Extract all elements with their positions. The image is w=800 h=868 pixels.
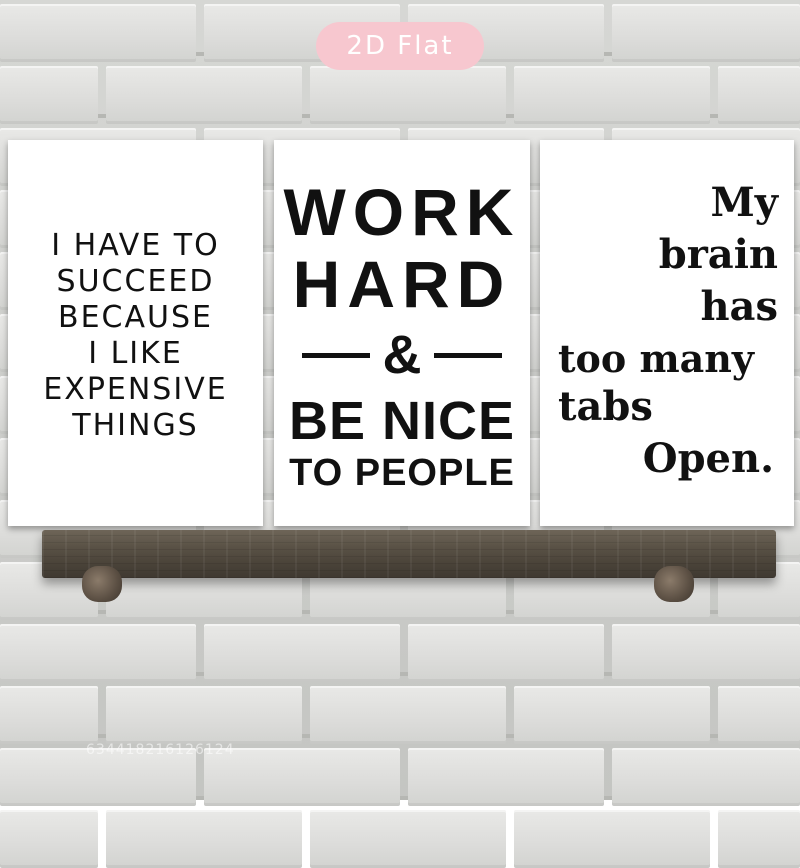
brick (0, 4, 196, 62)
brick (310, 686, 506, 744)
poster-left-line: SUCCEED (56, 264, 215, 299)
poster-right-line: My (710, 179, 778, 226)
poster-left-line: I HAVE TO (51, 228, 220, 263)
poster-left: I HAVE TO SUCCEED BECAUSE I LIKE EXPENSI… (8, 140, 263, 526)
brick (612, 624, 800, 682)
brick (106, 66, 302, 124)
poster-center-hard: HARD (292, 247, 512, 321)
brick (310, 810, 506, 868)
brick-row (0, 66, 800, 124)
brick-row (0, 686, 800, 744)
poster-right-line: has (700, 283, 778, 330)
watermark-text: 634418216126124 (86, 742, 235, 758)
poster-center-ampersand: & (382, 325, 422, 385)
brick (718, 810, 800, 868)
divider-line-left (302, 352, 370, 358)
brick (106, 686, 302, 744)
brick (0, 810, 98, 868)
poster-center-be-nice: BE NICE (288, 391, 516, 451)
poster-right-line: tabs (558, 383, 653, 430)
brick (310, 66, 506, 124)
brick (408, 748, 604, 806)
style-tag: 2D Flat (316, 22, 484, 70)
brick (0, 624, 196, 682)
brick-row (0, 624, 800, 682)
poster-center: WORK HARD & BE NICE TO PEOPLE (274, 140, 530, 526)
brick (514, 686, 710, 744)
poster-center-work: WORK (283, 175, 521, 249)
brick (408, 624, 604, 682)
brick (0, 66, 98, 124)
brick (612, 748, 800, 806)
poster-center-ampersand-row: & (302, 325, 502, 385)
brick (718, 686, 800, 744)
shelf-bracket-right (654, 566, 694, 602)
poster-left-line: BECAUSE (58, 300, 213, 335)
poster-right-line: brain (658, 231, 778, 278)
poster-left-line: I LIKE (88, 336, 183, 371)
poster-right: My brain has too many tabs Open. (540, 140, 794, 526)
brick (0, 686, 98, 744)
poster-right-line: too many (558, 336, 755, 381)
brick (204, 624, 400, 682)
brick (514, 66, 710, 124)
shelf-bracket-left (82, 566, 122, 602)
brick-row (0, 810, 800, 868)
poster-right-line: Open. (642, 435, 774, 482)
divider-line-right (434, 352, 502, 358)
brick (718, 66, 800, 124)
brick (106, 810, 302, 868)
brick (612, 4, 800, 62)
poster-left-line: THINGS (72, 408, 199, 443)
poster-center-to-people: TO PEOPLE (289, 452, 515, 494)
brick (514, 810, 710, 868)
poster-left-line: EXPENSIVE (43, 372, 228, 407)
poster-left-text: I HAVE TO SUCCEED BECAUSE I LIKE EXPENSI… (8, 228, 263, 444)
